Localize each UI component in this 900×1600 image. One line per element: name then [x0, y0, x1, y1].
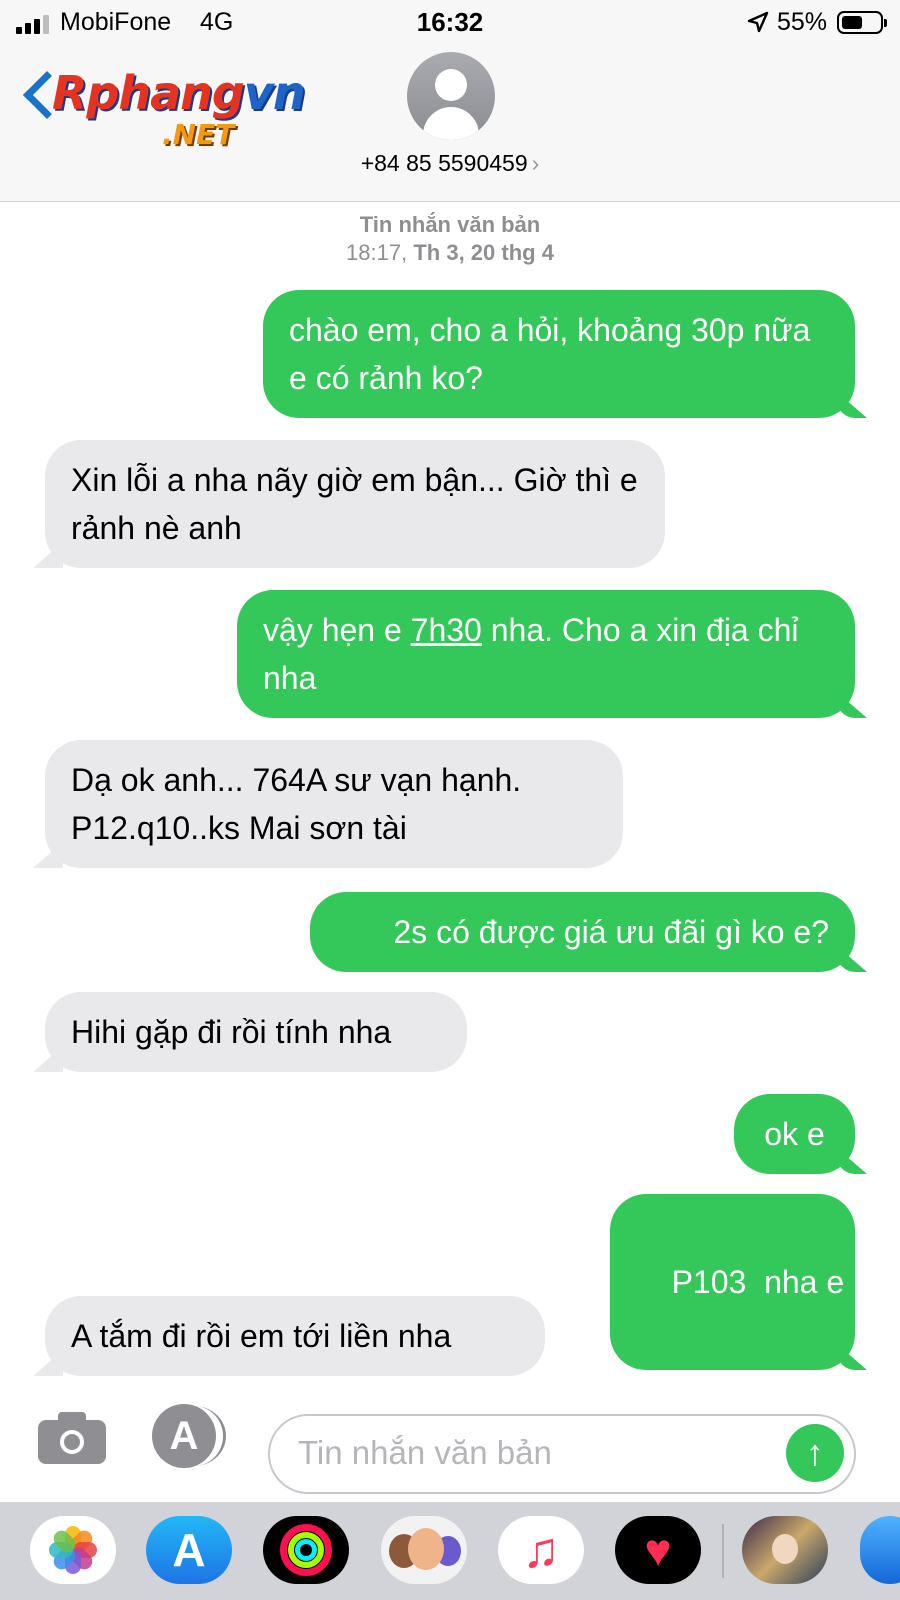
memoji-app-icon[interactable]: [381, 1516, 467, 1584]
message-text: vậy hẹn e: [263, 612, 411, 648]
message-bubble-incoming[interactable]: A tắm đi rồi em tới liền nha: [45, 1296, 545, 1376]
logo-text-red: Rphang: [52, 66, 245, 120]
dock-divider: [722, 1524, 724, 1578]
more-app-icon[interactable]: [860, 1516, 900, 1584]
battery-percent: 55%: [777, 8, 828, 36]
message-bubble-outgoing[interactable]: P103 nha e: [610, 1194, 855, 1370]
person-icon: [435, 69, 467, 101]
message-text: Dạ ok anh... 764A sư vạn hạnh. P12.q10..…: [71, 762, 522, 846]
health-app-icon[interactable]: ♥: [615, 1516, 701, 1584]
message-input-placeholder: Tin nhắn văn bản: [298, 1434, 552, 1471]
app-store-icon[interactable]: A: [152, 1404, 228, 1468]
message-bubble-incoming[interactable]: Dạ ok anh... 764A sư vạn hạnh. P12.q10..…: [45, 740, 623, 868]
message-thread[interactable]: Tin nhắn văn bản 18:17, Th 3, 20 thg 4 c…: [0, 202, 900, 1390]
camera-icon[interactable]: [38, 1410, 106, 1464]
message-text: ok e: [764, 1116, 825, 1152]
activity-app-icon[interactable]: [263, 1516, 349, 1584]
message-text: 2s có được giá ưu đãi gì ko e?: [393, 914, 829, 950]
message-text: Xin lỗi a nha nãy giờ em bận... Giờ thì …: [71, 462, 638, 546]
contact-avatar[interactable]: [407, 52, 495, 140]
message-bubble-outgoing[interactable]: vậy hẹn e 7h30 nha. Cho a xin địa chỉ nh…: [237, 590, 855, 718]
photos-app-icon[interactable]: [30, 1516, 116, 1584]
message-bubble-outgoing[interactable]: chào em, cho a hỏi, khoảng 30p nữa e có …: [263, 290, 855, 418]
music-app-icon[interactable]: ♫: [498, 1516, 584, 1584]
time-link[interactable]: 7h30: [411, 612, 482, 648]
battery-level-fill: [842, 16, 862, 29]
location-arrow-icon: [747, 11, 769, 33]
logo-text-blue: vn: [243, 66, 306, 120]
compose-bar: A Tin nhắn văn bản ↑: [0, 1390, 900, 1502]
message-bubble-incoming[interactable]: Xin lỗi a nha nãy giờ em bận... Giờ thì …: [45, 440, 665, 568]
message-bubble-incoming[interactable]: Hihi gặp đi rồi tính nha: [45, 992, 467, 1072]
message-input[interactable]: Tin nhắn văn bản ↑: [268, 1414, 856, 1494]
message-text: Hihi gặp đi rồi tính nha: [71, 1014, 392, 1050]
app-store-glyph: A: [152, 1404, 216, 1468]
battery-icon: [837, 11, 887, 34]
game-app-icon[interactable]: [742, 1516, 828, 1584]
conversation-header: Rphangvn .NET +84 85 5590459 ›: [0, 46, 900, 202]
logo-tld: .NET: [162, 118, 235, 151]
send-arrow-icon[interactable]: ↑: [786, 1424, 844, 1482]
contact-number: +84 85 5590459: [360, 150, 528, 176]
app-dock: A ♫ ♥: [0, 1502, 900, 1600]
message-bubble-outgoing[interactable]: ok e: [734, 1094, 855, 1174]
message-text: chào em, cho a hỏi, khoảng 30p nữa e có …: [289, 312, 811, 396]
message-timestamp: 18:17, Th 3, 20 thg 4: [0, 240, 900, 266]
timestamp-time: 18:17,: [346, 240, 408, 265]
site-logo: Rphangvn .NET: [22, 58, 324, 158]
timestamp-date: Th 3, 20 thg 4: [413, 240, 554, 265]
chevron-right-icon: ›: [531, 150, 540, 176]
message-type-label: Tin nhắn văn bản: [359, 212, 541, 237]
message-text: P103 nha e: [671, 1264, 845, 1300]
app-store-app-icon[interactable]: A: [146, 1516, 232, 1584]
message-bubble-outgoing[interactable]: 2s có được giá ưu đãi gì ko e?: [310, 892, 855, 972]
message-text: A tắm đi rồi em tới liền nha: [71, 1318, 452, 1354]
contact-number-button[interactable]: +84 85 5590459 ›: [0, 150, 900, 177]
status-bar: MobiFone 4G 16:32 55%: [0, 0, 900, 46]
